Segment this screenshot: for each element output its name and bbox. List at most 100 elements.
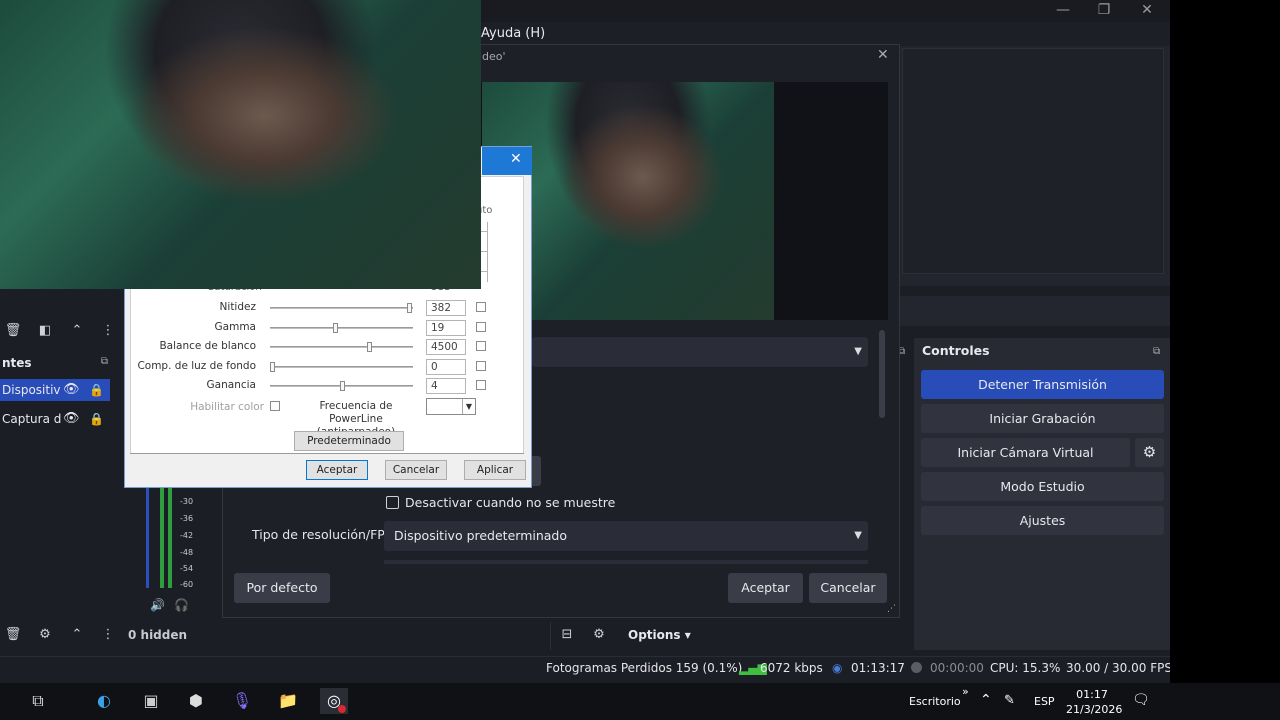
property-label: Balance de blanco (159, 340, 256, 352)
resolution-label: Tipo de resolución/FPS (252, 527, 393, 542)
property-value[interactable]: 4500 (426, 339, 466, 355)
proc-ok-button[interactable]: Aceptar (306, 460, 368, 480)
property-slider[interactable] (270, 307, 413, 309)
resize-grip[interactable]: ⋰ (887, 604, 896, 614)
defaults-button[interactable]: Por defecto (234, 573, 330, 603)
property-value[interactable]: 19 (426, 320, 466, 336)
chevron-up-icon[interactable]: ⌃ (66, 624, 88, 646)
layout-icon[interactable]: ⊟ (556, 624, 578, 646)
dialog-title: deo' (482, 50, 506, 63)
meter-tick: -48 (180, 548, 194, 557)
start-record-button[interactable]: Iniciar Grabación (921, 404, 1164, 433)
more-icon[interactable]: ⋮ (100, 624, 116, 646)
slider-thumb[interactable] (367, 342, 372, 352)
edge-icon[interactable]: ◐ (90, 688, 118, 714)
more-icon[interactable]: ⋮ (100, 320, 116, 342)
auto-checkbox[interactable] (476, 380, 486, 390)
chevron-down-icon: ▼ (854, 530, 862, 541)
ok-button[interactable]: Aceptar (728, 573, 803, 603)
dock-float-icon[interactable]: ⧉ (101, 356, 108, 367)
chevron-up-icon[interactable]: ⌃ (980, 692, 992, 708)
cpu-usage: CPU: 15.3% (990, 661, 1061, 675)
fps: 30.00 / 30.00 FPS (1066, 661, 1172, 675)
gear-icon[interactable]: ⚙ (588, 624, 610, 646)
task-view-icon[interactable]: ⧉ (24, 688, 52, 714)
close-window-button[interactable]: ✕ (1124, 0, 1170, 22)
maximize-button[interactable]: ❐ (1081, 0, 1127, 22)
headphones-icon[interactable]: 🎧 (174, 598, 189, 612)
clock[interactable]: 01:17 21/3/2026 (1066, 687, 1123, 717)
settings-button[interactable]: Ajustes (921, 506, 1164, 535)
property-slider[interactable] (270, 327, 413, 329)
c-check-edge (480, 242, 488, 252)
c-check-edge (480, 262, 488, 272)
device-select[interactable]: ▼ (532, 337, 868, 367)
close-icon[interactable]: ✕ (510, 151, 522, 167)
close-icon[interactable]: ✕ (877, 47, 889, 63)
slider-thumb[interactable] (333, 323, 338, 333)
source-item[interactable]: Captura d 👁 🔒 (0, 408, 110, 430)
studio-mode-button[interactable]: Modo Estudio (921, 472, 1164, 501)
slider-thumb[interactable] (340, 381, 345, 391)
eye-icon[interactable]: 👁 (63, 408, 80, 430)
auto-checkbox[interactable] (476, 322, 486, 332)
trash-icon[interactable]: 🗑 (2, 320, 24, 342)
powerline-select[interactable]: ▼ (426, 398, 476, 415)
filter-icon[interactable]: ◧ (34, 320, 56, 342)
resolution-value: Dispositivo predeterminado (394, 528, 568, 543)
cancel-button[interactable]: Cancelar (809, 573, 887, 603)
pen-icon[interactable]: ✎ (1004, 693, 1015, 708)
desktop-toolbar[interactable]: Escritorio (909, 695, 961, 708)
folder-icon[interactable]: 📁 (274, 688, 302, 714)
proc-cancel-button[interactable]: Cancelar (385, 460, 447, 480)
powerline-label-line1: Frecuencia de PowerLine (319, 400, 393, 425)
dock-float-icon[interactable]: ⧉ (1153, 346, 1160, 357)
gear-icon[interactable]: ⚙ (34, 624, 56, 646)
scrollbar[interactable] (879, 330, 885, 418)
audio-mixer: -30 -36 -42 -48 -54 -60 🔊 🎧 (120, 488, 222, 618)
language-indicator[interactable]: ESP (1034, 695, 1055, 708)
stop-stream-button[interactable]: Detener Transmisión (921, 370, 1164, 399)
meter-tick: -30 (180, 497, 194, 506)
proc-apply-button[interactable]: Aplicar (464, 460, 526, 480)
chevron-up-icon[interactable]: ⌃ (66, 320, 88, 342)
property-slider[interactable] (270, 366, 413, 368)
overflow-icon[interactable]: » (962, 685, 969, 698)
deactivate-checkbox[interactable] (386, 496, 399, 509)
notification-icon[interactable]: 🗨 (1132, 692, 1150, 708)
meter-tick: -36 (180, 514, 194, 523)
menu-help[interactable]: Ayuda (H) (481, 26, 545, 41)
minimize-button[interactable]: — (1040, 0, 1086, 22)
enable-color-checkbox[interactable] (270, 401, 280, 411)
trash-icon[interactable]: 🗑 (2, 624, 24, 646)
shield-app-icon[interactable]: ⬢ (182, 688, 210, 714)
eye-icon[interactable]: 👁 (63, 379, 80, 401)
property-value[interactable]: 0 (426, 359, 466, 375)
options-menu[interactable]: Options ▾ (628, 628, 691, 642)
property-value[interactable]: 382 (426, 300, 466, 316)
resolution-select[interactable]: Dispositivo predeterminado ▼ (384, 521, 868, 551)
divider (130, 453, 524, 454)
volume-slider[interactable] (146, 488, 149, 588)
property-value[interactable]: 4 (426, 378, 466, 394)
divider (550, 622, 551, 650)
c-check-edge (480, 222, 488, 232)
slider-thumb[interactable] (270, 362, 275, 372)
mic-app-icon[interactable]: 🎙 (228, 688, 256, 714)
configure-video-button[interactable] (532, 456, 541, 486)
property-slider[interactable] (270, 346, 413, 348)
auto-checkbox[interactable] (476, 302, 486, 312)
start-virtual-cam-button[interactable]: Iniciar Cámara Virtual (921, 438, 1130, 467)
lock-icon[interactable]: 🔒 (89, 408, 104, 430)
virtual-cam-settings-button[interactable]: ⚙ (1135, 438, 1164, 467)
speaker-icon[interactable]: 🔊 (150, 598, 165, 612)
source-item[interactable]: Dispositiv 👁 🔒 (0, 379, 110, 401)
slider-thumb[interactable] (407, 303, 412, 313)
auto-checkbox[interactable] (476, 361, 486, 371)
level-meter (160, 488, 164, 588)
default-settings-button[interactable]: Predeterminado (294, 431, 404, 451)
auto-checkbox[interactable] (476, 341, 486, 351)
app-icon[interactable]: ▣ (137, 688, 165, 714)
lock-icon[interactable]: 🔒 (89, 379, 104, 401)
clock-date: 21/3/2026 (1066, 703, 1123, 716)
